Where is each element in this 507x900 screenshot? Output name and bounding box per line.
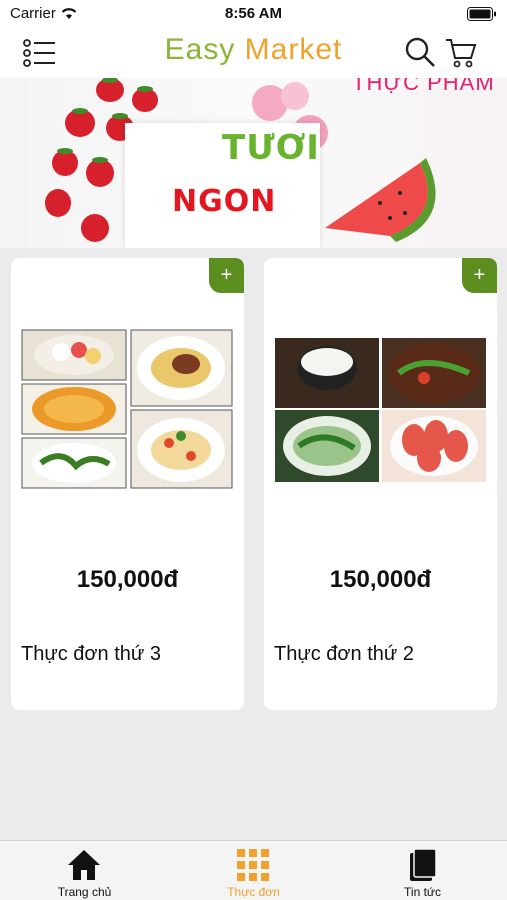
tab-home[interactable]: Trang chủ bbox=[0, 841, 169, 900]
tab-news[interactable]: Tin tức bbox=[338, 841, 507, 900]
search-icon[interactable] bbox=[404, 36, 436, 68]
grid-icon bbox=[237, 849, 269, 881]
promo-banner[interactable]: TƯƠI NGON THỰC PHẨM bbox=[0, 78, 507, 248]
add-to-cart-button[interactable]: + bbox=[209, 258, 244, 293]
home-icon bbox=[68, 850, 100, 880]
product-card[interactable]: + 150,000đ Thực đơn thứ 3 bbox=[11, 258, 244, 710]
banner-text-food: THỰC PHẨM bbox=[352, 78, 495, 95]
watermelon-image bbox=[325, 158, 436, 242]
tab-menu-label: Thực đơn bbox=[227, 885, 280, 899]
banner-text-fresh: TƯƠI bbox=[222, 128, 320, 168]
product-price: 150,000đ bbox=[329, 566, 432, 593]
app-title-part2: Market bbox=[244, 33, 343, 66]
app-header: Easy Market bbox=[0, 28, 507, 78]
app-title-part1: Easy bbox=[164, 33, 236, 66]
battery-icon bbox=[467, 7, 496, 21]
status-time: 8:56 AM bbox=[225, 5, 282, 22]
product-card[interactable]: + 150,000đ Thực đơn thứ 2 bbox=[264, 258, 497, 710]
cart-icon[interactable] bbox=[444, 36, 478, 70]
banner-text-tasty: NGON bbox=[172, 184, 277, 219]
product-name: Thực đơn thứ 3 bbox=[21, 643, 161, 665]
product-price: 150,000đ bbox=[76, 566, 179, 593]
menu-image bbox=[21, 329, 233, 489]
tab-home-label: Trang chủ bbox=[57, 885, 112, 899]
tab-news-label: Tin tức bbox=[404, 885, 441, 899]
menu-image bbox=[275, 338, 486, 482]
status-bar: Carrier 8:56 AM bbox=[0, 0, 507, 28]
add-to-cart-button[interactable]: + bbox=[462, 258, 497, 293]
bottom-tab-bar: Trang chủ Thực đơn Tin tức bbox=[0, 840, 507, 900]
tab-menu[interactable]: Thực đơn bbox=[169, 841, 338, 900]
product-name: Thực đơn thứ 2 bbox=[274, 643, 414, 665]
book-icon bbox=[410, 848, 437, 881]
